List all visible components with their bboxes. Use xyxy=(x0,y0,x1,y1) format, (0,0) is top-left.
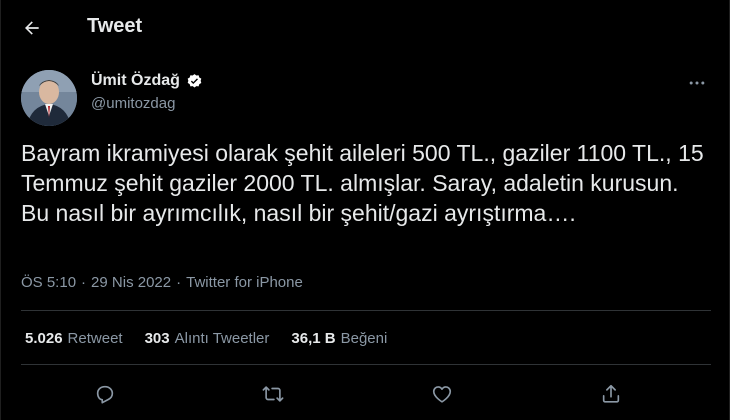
reply-icon xyxy=(96,385,114,404)
reply-button[interactable] xyxy=(90,380,120,408)
tweet-time[interactable]: ÖS 5:10 xyxy=(21,274,76,291)
divider xyxy=(21,364,711,365)
tweet-actions xyxy=(1,380,729,408)
retweets-stat[interactable]: 5.026 Retweet xyxy=(25,330,123,347)
retweets-count: 5.026 xyxy=(25,330,63,347)
avatar[interactable] xyxy=(21,70,77,126)
like-button[interactable] xyxy=(427,380,457,408)
likes-label: Beğeni xyxy=(340,330,388,347)
quotes-stat[interactable]: 303 Alıntı Tweetler xyxy=(145,330,270,347)
retweet-button[interactable] xyxy=(258,380,288,408)
heart-icon xyxy=(432,386,452,403)
user-handle[interactable]: @umitozdag xyxy=(91,95,175,112)
display-name[interactable]: Ümit Özdağ xyxy=(91,72,180,90)
tweet-date[interactable]: 29 Nis 2022 xyxy=(91,274,171,291)
quotes-label: Alıntı Tweetler xyxy=(174,330,270,347)
tweet-source[interactable]: Twitter for iPhone xyxy=(186,274,303,291)
name-row: Ümit Özdağ xyxy=(91,72,203,90)
share-icon xyxy=(602,384,620,403)
back-button[interactable] xyxy=(17,13,47,43)
retweet-icon xyxy=(262,386,284,402)
likes-stat[interactable]: 36,1 B Beğeni xyxy=(291,330,387,347)
tweet-page: Tweet Ümit Özdağ @umitozdag Bayram ikram… xyxy=(0,0,730,420)
quotes-count: 303 xyxy=(144,330,170,347)
retweets-label: Retweet xyxy=(67,330,123,347)
top-bar: Tweet xyxy=(1,0,729,56)
arrow-left-icon xyxy=(25,21,39,35)
likes-count: 36,1 B xyxy=(291,330,336,347)
meta-separator: · xyxy=(81,274,87,291)
tweet-author: Ümit Özdağ @umitozdag xyxy=(21,70,711,126)
page-title: Tweet xyxy=(87,15,143,37)
avatar-image xyxy=(21,70,77,126)
tweet-meta: ÖS 5:10 · 29 Nis 2022 · Twitter for iPho… xyxy=(21,274,303,291)
more-horizontal-icon xyxy=(689,81,705,85)
more-button[interactable] xyxy=(683,72,711,94)
verified-badge-icon xyxy=(187,73,202,88)
divider xyxy=(21,310,711,311)
tweet-stats: 5.026 Retweet 303 Alıntı Tweetler 36,1 B… xyxy=(25,330,409,347)
tweet-text: Bayram ikramiyesi olarak şehit aileleri … xyxy=(21,140,704,226)
share-button[interactable] xyxy=(596,380,626,408)
meta-separator: · xyxy=(176,274,182,291)
